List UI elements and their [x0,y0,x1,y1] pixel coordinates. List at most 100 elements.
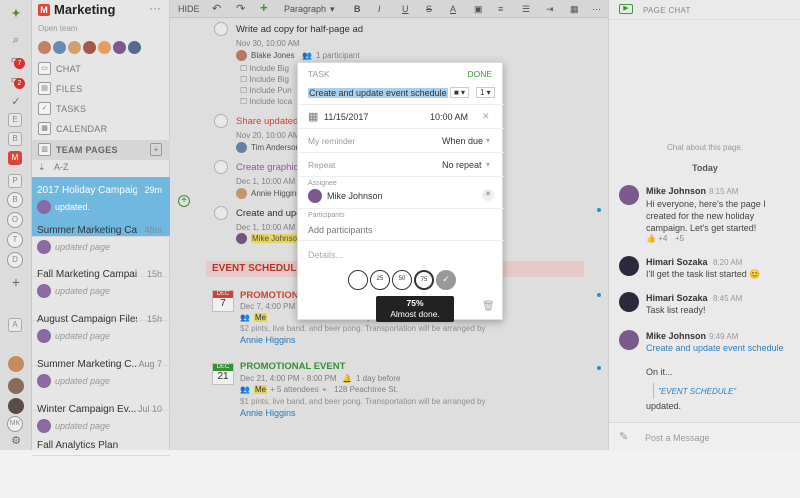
reaction-badge[interactable]: +5 [675,234,684,243]
remove-assignee-icon[interactable]: ✕ [482,189,494,201]
progress-step-50[interactable]: 50 [392,270,412,290]
avatar [37,240,51,254]
progress-step-75[interactable]: 75 [414,270,434,290]
popup-header: TASK [308,69,330,79]
sort-bar[interactable]: ⇣ A-Z [32,160,170,176]
done-button[interactable]: DONE [467,69,492,79]
chat-about-text: Chat about this page. [666,143,744,152]
task-link[interactable]: Create and update event schedule [646,342,794,354]
team-switcher-b2[interactable]: B [7,192,23,208]
message-time: 9:49 AM [709,332,739,341]
attach-icon[interactable]: ✎ [619,430,628,443]
progress-step-25[interactable]: 25 [370,270,390,290]
team-title[interactable]: Marketing [54,2,115,17]
assignee-row: Assignee Mike Johnson ✕ [298,177,504,209]
reaction-badge[interactable]: 👍 +4 [646,234,667,243]
repeat-row[interactable]: Repeat No repeat ▾ [298,153,504,177]
page-title: 2017 Holiday Campaign [37,185,137,196]
due-time[interactable]: 10:00 AM [430,112,468,122]
due-date[interactable]: 11/15/2017 [324,112,368,122]
avatar [37,284,51,298]
section-link[interactable]: "EVENT SCHEDULE" [658,386,800,398]
avatar[interactable] [619,330,639,350]
user-avatar[interactable] [8,356,24,372]
video-call-icon[interactable]: ▶ [619,4,633,14]
more-options-icon[interactable]: ··· [149,1,161,15]
trash-icon[interactable]: 🗑 [482,301,495,312]
page-list-item[interactable]: Fall Analytics Plan [32,438,170,498]
mentions-badge: 7 [14,58,25,69]
team-switcher-e[interactable]: E [8,113,22,127]
chevron-down-icon[interactable]: ▾ [486,136,490,145]
member-avatar[interactable] [68,41,81,54]
message-author[interactable]: Mike Johnson [646,331,706,341]
reminder-value[interactable]: When due [442,136,483,146]
team-switcher-m[interactable]: M [8,151,22,165]
member-avatar[interactable] [98,41,111,54]
member-avatar[interactable] [83,41,96,54]
team-switcher-t[interactable]: T [7,232,23,248]
team-switcher-a[interactable]: A [8,318,22,332]
clear-date-icon[interactable]: ✕ [482,111,490,122]
member-avatar[interactable] [113,41,126,54]
repeat-value[interactable]: No repeat [442,160,482,170]
message-author[interactable]: Mike Johnson [646,186,706,196]
message-author[interactable]: Himari Sozaka [646,293,708,303]
message-author[interactable]: Himari Sozaka [646,257,708,267]
member-avatar[interactable] [128,41,141,54]
team-switcher-b[interactable]: B [8,132,22,146]
details-input[interactable]: Details... [308,250,343,260]
sort-label[interactable]: A-Z [54,162,69,172]
avatar[interactable] [619,292,639,312]
task-title-row: Create and update event schedule ■ ▾ 1 ▾ [298,83,504,105]
message-text: Task list ready! [646,305,706,315]
message-input[interactable]: Post a Message [645,433,710,443]
tasks-icon: ✓ [38,102,51,115]
task-title-input[interactable]: Create and update event schedule [308,88,448,98]
calendar-icon: ▦ [38,122,51,135]
nav-label: FILES [56,84,83,94]
chevron-down-icon[interactable]: ▾ [486,160,490,169]
avatar [308,189,322,203]
task-count[interactable]: 1 ▾ [476,87,495,98]
chat-header-title: PAGE CHAT [643,6,691,15]
team-switcher-o[interactable]: O [7,212,23,228]
message-time: 8:20 AM [713,258,743,267]
user-avatar[interactable] [8,378,24,394]
member-avatar[interactable] [53,41,66,54]
member-avatar[interactable] [38,41,51,54]
add-team-icon[interactable]: + [8,274,24,290]
progress-complete-check-icon[interactable]: ✓ [436,270,456,290]
account-avatar[interactable]: MK [7,416,23,432]
message-text: I'll get the task list started 😊 [646,269,761,279]
pin-icon[interactable]: ✓ [8,94,24,110]
participants-input[interactable]: Add participants [308,225,373,235]
user-avatar[interactable] [8,398,24,414]
team-switcher-p[interactable]: P [8,174,22,188]
nav-tasks[interactable]: ✓ TASKS [32,99,170,119]
message-time: 8:45 AM [713,294,743,303]
color-picker[interactable]: ■ ▾ [450,87,470,98]
reminder-row[interactable]: My reminder When due ▾ [298,129,504,153]
open-team-link[interactable]: Open team [38,24,78,33]
sort-direction-icon[interactable]: ⇣ [38,162,46,173]
nav-files[interactable]: ▤ FILES [32,79,170,99]
nav-label: TASKS [56,104,87,114]
settings-icon[interactable]: ⚙ [8,433,24,449]
avatar[interactable] [619,256,639,276]
search-icon[interactable]: ⌕ [8,32,24,48]
nav-label: CHAT [56,64,82,74]
team-switcher-d[interactable]: D [7,252,23,268]
assignee-name[interactable]: Mike Johnson [327,191,383,201]
page-status: updated page [55,242,111,252]
avatar [37,200,51,214]
progress-step-0[interactable] [348,270,368,290]
new-page-icon[interactable]: + [150,143,162,156]
nav-team-pages[interactable]: ▥ TEAM PAGES + [32,140,170,160]
nav-chat[interactable]: ▭ CHAT [32,59,170,79]
repeat-label: Repeat [308,160,336,170]
nav-label: CALENDAR [56,124,108,134]
details-row: Details... [298,241,504,267]
nav-calendar[interactable]: ▦ CALENDAR [32,119,170,139]
avatar[interactable] [619,185,639,205]
